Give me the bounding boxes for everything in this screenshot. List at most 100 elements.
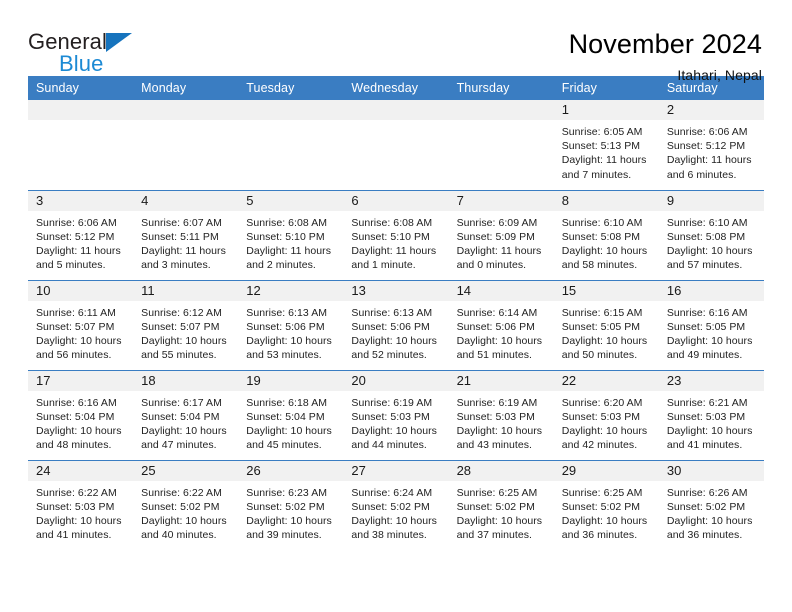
sunset-time: Sunset: 5:03 PM: [36, 500, 115, 513]
sunrise-time: Sunrise: 6:25 AM: [561, 486, 643, 499]
calendar-day-cell[interactable]: 10 Sunrise: 6:11 AM Sunset: 5:07 PM Dayligh…: [28, 279, 134, 370]
day-sun-info: Sunrise: 6:06 AM Sunset: 5:12 PM Daylight:…: [28, 211, 133, 273]
calendar-day-cell[interactable]: 22 Sunrise: 6:20 AM Sunset: 5:03 PM Dayligh…: [553, 369, 659, 460]
day-sun-info: Sunrise: 6:13 AM Sunset: 5:06 PM Daylight:…: [343, 301, 448, 363]
calendar-cell-empty: [343, 100, 449, 190]
calendar-day-cell[interactable]: 2 Sunrise: 6:06 AM Sunset: 5:12 PM Daylight…: [658, 100, 764, 190]
day-number: 15: [553, 280, 659, 301]
sunrise-time: Sunrise: 6:19 AM: [456, 396, 538, 409]
weekday-header-tuesday: Tuesday: [238, 76, 344, 100]
sunrise-time: Sunrise: 6:09 AM: [456, 216, 538, 229]
calendar-day-cell[interactable]: 7 Sunrise: 6:09 AM Sunset: 5:09 PM Daylight…: [448, 189, 554, 280]
sunset-time: Sunset: 5:09 PM: [456, 230, 535, 243]
sunrise-sunset-calendar: Sunday Monday Tuesday Wednesday Thursday…: [28, 76, 764, 550]
daylight-duration: Daylight: 10 hours and 51 minutes.: [456, 334, 543, 362]
day-sun-info: Sunrise: 6:20 AM Sunset: 5:03 PM Daylight:…: [554, 391, 659, 453]
calendar-day-cell[interactable]: 13 Sunrise: 6:13 AM Sunset: 5:06 PM Dayligh…: [343, 279, 449, 370]
day-number: 14: [448, 280, 554, 301]
calendar-day-cell[interactable]: 12 Sunrise: 6:13 AM Sunset: 5:06 PM Dayligh…: [238, 279, 344, 370]
sunset-time: Sunset: 5:04 PM: [246, 410, 325, 423]
day-number: 18: [133, 370, 239, 391]
calendar-cell-empty: [448, 100, 554, 190]
day-sun-info: Sunrise: 6:26 AM Sunset: 5:02 PM Daylight:…: [659, 481, 764, 543]
daylight-duration: Daylight: 10 hours and 56 minutes.: [36, 334, 122, 362]
calendar-day-cell[interactable]: 20 Sunrise: 6:19 AM Sunset: 5:03 PM Dayligh…: [343, 369, 449, 460]
sunrise-time: Sunrise: 6:12 AM: [141, 306, 222, 319]
sunset-time: Sunset: 5:03 PM: [456, 410, 535, 423]
day-number: 27: [343, 460, 449, 481]
calendar-day-cell[interactable]: 11 Sunrise: 6:12 AM Sunset: 5:07 PM Dayligh…: [133, 279, 239, 370]
day-number: [238, 100, 344, 120]
day-sun-info: Sunrise: 6:08 AM Sunset: 5:10 PM Daylight:…: [343, 211, 448, 273]
calendar-day-cell[interactable]: 14 Sunrise: 6:14 AM Sunset: 5:06 PM Dayligh…: [448, 279, 554, 370]
calendar-week-row: 24 Sunrise: 6:22 AM Sunset: 5:03 PM Dayligh…: [28, 459, 764, 550]
daylight-duration: Daylight: 10 hours and 50 minutes.: [561, 334, 648, 362]
calendar-day-cell[interactable]: 21 Sunrise: 6:19 AM Sunset: 5:03 PM Dayligh…: [448, 369, 554, 460]
calendar-body: 1 Sunrise: 6:05 AM Sunset: 5:13 PM Daylight…: [28, 100, 764, 550]
logo-text-blue: Blue: [59, 51, 104, 76]
calendar-day-cell[interactable]: 19 Sunrise: 6:18 AM Sunset: 5:04 PM Dayligh…: [238, 369, 344, 460]
calendar-day-cell[interactable]: 8 Sunrise: 6:10 AM Sunset: 5:08 PM Daylight…: [553, 189, 659, 280]
calendar-day-cell[interactable]: 23 Sunrise: 6:21 AM Sunset: 5:03 PM Dayligh…: [658, 369, 764, 460]
calendar-day-cell[interactable]: 28 Sunrise: 6:25 AM Sunset: 5:02 PM Dayligh…: [448, 459, 554, 550]
weekday-header-sunday: Sunday: [28, 76, 134, 100]
sunset-time: Sunset: 5:13 PM: [561, 140, 641, 153]
day-sun-info: Sunrise: 6:18 AM Sunset: 5:04 PM Daylight:…: [238, 391, 343, 453]
weekday-header-monday: Monday: [133, 76, 239, 100]
sunset-time: Sunset: 5:02 PM: [666, 500, 746, 513]
day-number: [343, 100, 449, 120]
sunset-time: Sunset: 5:07 PM: [36, 320, 115, 333]
sunset-time: Sunset: 5:10 PM: [351, 230, 430, 243]
day-sun-info: Sunrise: 6:25 AM Sunset: 5:02 PM Daylight:…: [449, 481, 554, 543]
daylight-duration: Daylight: 10 hours and 49 minutes.: [666, 334, 753, 362]
calendar-day-cell[interactable]: 30 Sunrise: 6:26 AM Sunset: 5:02 PM Dayligh…: [658, 459, 764, 550]
sunrise-time: Sunrise: 6:19 AM: [351, 396, 433, 409]
day-sun-info: Sunrise: 6:25 AM Sunset: 5:02 PM Daylight:…: [554, 481, 659, 543]
day-number: 3: [28, 190, 134, 211]
general-blue-logo[interactable]: General Blue: [28, 30, 152, 76]
sunrise-time: Sunrise: 6:11 AM: [36, 306, 116, 319]
sunset-time: Sunset: 5:03 PM: [351, 410, 430, 423]
daylight-duration: Daylight: 11 hours and 7 minutes.: [561, 154, 647, 181]
calendar-week-row: 10 Sunrise: 6:11 AM Sunset: 5:07 PM Dayligh…: [28, 279, 764, 370]
sunset-time: Sunset: 5:03 PM: [561, 410, 641, 423]
calendar-day-cell[interactable]: 15 Sunrise: 6:15 AM Sunset: 5:05 PM Dayligh…: [553, 279, 659, 370]
calendar-cell-empty: [238, 100, 344, 190]
daylight-duration: Daylight: 10 hours and 55 minutes.: [141, 334, 227, 362]
weekday-header-thursday: Thursday: [448, 76, 554, 100]
day-number: 13: [343, 280, 449, 301]
calendar-day-cell[interactable]: 3 Sunrise: 6:06 AM Sunset: 5:12 PM Daylight…: [28, 189, 134, 280]
day-number: 24: [28, 460, 134, 481]
calendar-day-cell[interactable]: 6 Sunrise: 6:08 AM Sunset: 5:10 PM Daylight…: [343, 189, 449, 280]
day-sun-info: Sunrise: 6:24 AM Sunset: 5:02 PM Daylight:…: [343, 481, 448, 543]
sunrise-time: Sunrise: 6:16 AM: [666, 306, 748, 319]
calendar-day-cell[interactable]: 25 Sunrise: 6:22 AM Sunset: 5:02 PM Dayligh…: [133, 459, 239, 550]
sunrise-time: Sunrise: 6:24 AM: [351, 486, 433, 499]
calendar-day-cell[interactable]: 17 Sunrise: 6:16 AM Sunset: 5:04 PM Dayligh…: [28, 369, 134, 460]
sunrise-time: Sunrise: 6:14 AM: [456, 306, 538, 319]
calendar-day-cell[interactable]: 9 Sunrise: 6:10 AM Sunset: 5:08 PM Daylight…: [658, 189, 764, 280]
calendar-day-cell[interactable]: 5 Sunrise: 6:08 AM Sunset: 5:10 PM Daylight…: [238, 189, 344, 280]
sunrise-time: Sunrise: 6:06 AM: [666, 126, 748, 138]
calendar-day-cell[interactable]: 29 Sunrise: 6:25 AM Sunset: 5:02 PM Dayligh…: [553, 459, 659, 550]
day-number: 20: [343, 370, 449, 391]
daylight-duration: Daylight: 10 hours and 38 minutes.: [351, 514, 437, 542]
sunrise-time: Sunrise: 6:17 AM: [141, 396, 222, 409]
day-sun-info: Sunrise: 6:07 AM Sunset: 5:11 PM Daylight:…: [133, 211, 238, 273]
daylight-duration: Daylight: 10 hours and 58 minutes.: [561, 244, 648, 272]
day-number: 1: [553, 100, 659, 120]
sunrise-time: Sunrise: 6:23 AM: [246, 486, 328, 499]
page-subtitle: Itahari, Nepal: [677, 67, 762, 84]
calendar-day-cell[interactable]: 4 Sunrise: 6:07 AM Sunset: 5:11 PM Daylight…: [133, 189, 239, 280]
calendar-day-cell[interactable]: 16 Sunrise: 6:16 AM Sunset: 5:05 PM Dayligh…: [658, 279, 764, 370]
sunset-time: Sunset: 5:11 PM: [141, 230, 219, 243]
calendar-day-cell[interactable]: 26 Sunrise: 6:23 AM Sunset: 5:02 PM Dayligh…: [238, 459, 344, 550]
sunset-time: Sunset: 5:10 PM: [246, 230, 325, 243]
sunset-time: Sunset: 5:03 PM: [666, 410, 746, 423]
daylight-duration: Daylight: 10 hours and 42 minutes.: [561, 424, 648, 452]
daylight-duration: Daylight: 11 hours and 3 minutes.: [141, 244, 226, 272]
calendar-day-cell[interactable]: 24 Sunrise: 6:22 AM Sunset: 5:03 PM Dayligh…: [28, 459, 134, 550]
calendar-day-cell[interactable]: 27 Sunrise: 6:24 AM Sunset: 5:02 PM Dayligh…: [343, 459, 449, 550]
calendar-day-cell[interactable]: 18 Sunrise: 6:17 AM Sunset: 5:04 PM Dayligh…: [133, 369, 239, 460]
calendar-day-cell[interactable]: 1 Sunrise: 6:05 AM Sunset: 5:13 PM Daylight…: [553, 100, 659, 190]
